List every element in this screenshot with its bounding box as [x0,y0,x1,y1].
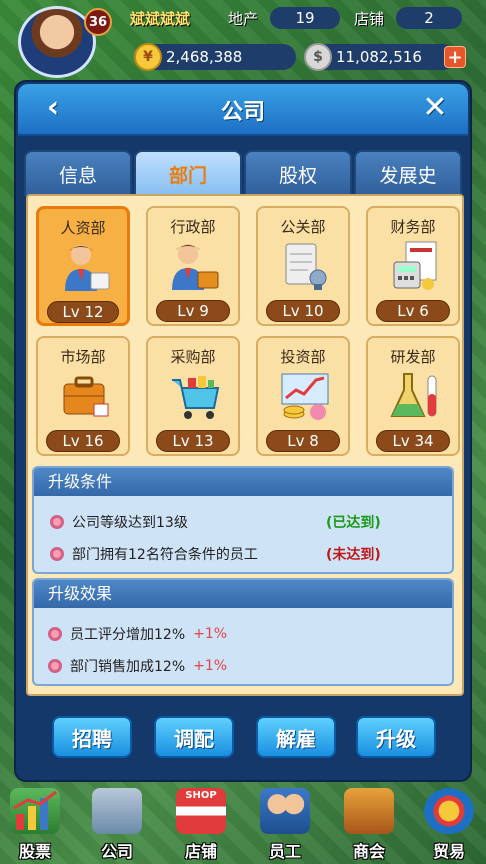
dept-name: 财务部 [390,218,436,236]
dept-level: Lv 13 [156,430,230,452]
cash-value: 2,468,388 [166,48,243,66]
staff-people-icon [260,788,310,834]
cash-coin-icon: ¥ [134,43,162,71]
upgrade-conditions-panel: 升级条件 公司等级达到13级 (已达到) 部门拥有12名符合条件的员工 (未达到… [32,466,454,574]
hr-person-icon [61,241,111,293]
effect-text: 员工评分增加12% [70,627,186,643]
bullet-icon [48,627,62,641]
dialog-header: ‹ 公司 ✕ [18,84,468,136]
nav-label: 股票 [18,842,51,861]
bullet-icon [48,659,62,673]
dismiss-button[interactable]: 解雇 [256,716,336,758]
research-flask-icon [390,370,440,422]
nav-trade[interactable]: 贸易 [414,784,484,864]
tab-history[interactable]: 发展史 [354,150,462,196]
shop-label: 店铺 [354,10,385,28]
upgrade-effects-panel: 升级效果 员工评分增加12% +1% 部门销售加成12% +1% [32,578,454,686]
dept-name: 采购部 [170,348,216,366]
market-briefcase-icon [60,370,110,422]
nav-label: 员工 [268,842,301,861]
upgrade-effects-title: 升级效果 [34,580,452,608]
dept-card-finance[interactable]: 财务部 Lv 6 [366,206,460,326]
gold-value: 11,082,516 [336,48,422,66]
shop-sign: SHOP [185,790,217,801]
condition-row: 部门拥有12名符合条件的员工 [50,544,258,564]
top-bar: 36 斌斌斌斌 地产 19 店铺 2 ¥ 2,468,388 $ 11,082,… [0,0,486,80]
nav-stock[interactable]: 股票 [0,784,70,864]
close-icon[interactable]: ✕ [418,92,452,126]
dept-card-hr[interactable]: 人资部 Lv 12 [36,206,130,326]
purchase-cart-icon [170,370,220,422]
dept-card-pr[interactable]: 公关部 Lv 10 [256,206,350,326]
dept-card-research[interactable]: 研发部 Lv 34 [366,336,460,456]
dept-card-purchase[interactable]: 采购部 Lv 13 [146,336,240,456]
add-money-button[interactable]: + [444,46,466,68]
nav-label: 公司 [100,842,133,861]
effect-bonus: +1% [193,626,228,642]
pr-scroll-icon [280,240,330,292]
tab-info[interactable]: 信息 [24,150,132,196]
dialog-title: 公司 [220,100,265,125]
shop-icon: SHOP [176,788,226,834]
allocate-button[interactable]: 调配 [154,716,234,758]
player-level-badge: 36 [84,8,112,36]
silver-coin-icon: $ [304,43,332,71]
chamber-building-icon [344,788,394,834]
admin-person-icon [170,240,220,292]
condition-row: 公司等级达到13级 [50,512,188,532]
dept-level: Lv 9 [156,300,230,322]
realestate-label: 地产 [228,10,259,28]
dept-level: Lv 6 [376,300,450,322]
tab-departments[interactable]: 部门 [134,150,242,196]
condition-text: 公司等级达到13级 [72,515,188,531]
dept-name: 人资部 [60,219,106,237]
nav-label: 店铺 [184,842,217,861]
condition-status-unreached: (未达到) [326,547,381,563]
dept-level: Lv 10 [266,300,340,322]
nav-company[interactable]: 公司 [82,784,152,864]
bullet-icon [50,515,64,529]
company-dialog: ‹ 公司 ✕ 信息 部门 股权 发展史 人资部 Lv 12 行政部 Lv 9 公… [14,80,472,782]
nav-label: 贸易 [432,842,465,861]
cash-display: ¥ 2,468,388 [134,43,296,71]
effect-row: 员工评分增加12% +1% [48,624,227,644]
effect-text: 部门销售加成12% [70,659,186,675]
dept-card-market[interactable]: 市场部 Lv 16 [36,336,130,456]
condition-status-reached: (已达到) [326,515,381,531]
finance-calculator-icon [390,240,440,292]
investment-chart-icon [280,370,330,422]
player-name: 斌斌斌斌 [130,10,191,28]
gold-display: $ 11,082,516 [304,43,456,71]
dept-card-investment[interactable]: 投资部 Lv 8 [256,336,350,456]
dept-name: 研发部 [390,348,436,366]
effect-row: 部门销售加成12% +1% [48,656,227,676]
dept-level: Lv 8 [266,430,340,452]
dept-name: 市场部 [60,348,106,366]
bullet-icon [50,547,64,561]
realestate-count: 19 [270,7,340,29]
condition-text: 部门拥有12名符合条件的员工 [72,547,258,563]
nav-chamber[interactable]: 商会 [334,784,404,864]
nav-shop[interactable]: SHOP 店铺 [166,784,236,864]
effect-bonus: +1% [193,658,228,674]
dept-name: 公关部 [280,218,326,236]
dept-card-admin[interactable]: 行政部 Lv 9 [146,206,240,326]
nav-staff[interactable]: 员工 [250,784,320,864]
shop-count: 2 [396,7,462,29]
dept-name: 行政部 [170,218,216,236]
recruit-button[interactable]: 招聘 [52,716,132,758]
stock-chart-icon [10,788,60,834]
dept-level: Lv 34 [376,430,450,452]
upgrade-conditions-title: 升级条件 [34,468,452,496]
dept-level: Lv 16 [46,430,120,452]
trade-anchor-icon [424,788,474,834]
dept-name: 投资部 [280,348,326,366]
tab-equity[interactable]: 股权 [244,150,352,196]
nav-label: 商会 [352,842,385,861]
upgrade-button[interactable]: 升级 [356,716,436,758]
dept-level: Lv 12 [47,301,119,323]
building-icon [92,788,142,834]
